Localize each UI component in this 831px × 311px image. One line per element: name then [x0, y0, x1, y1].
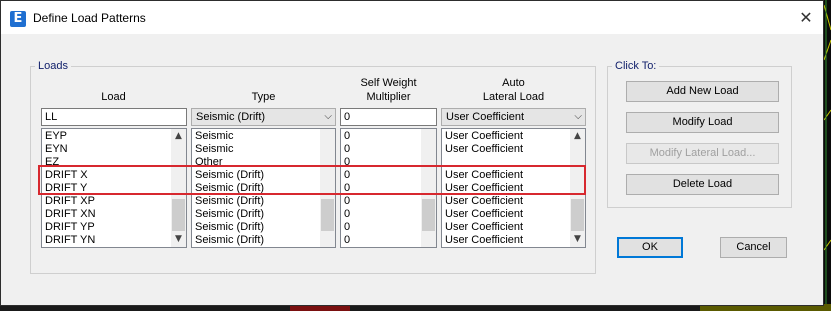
list-item[interactable]: 0 [344, 234, 420, 247]
auto-lateral-list-scrollbar[interactable]: ▲ ▼ [570, 129, 585, 247]
list-item[interactable]: 0 [344, 143, 420, 156]
list-item[interactable]: DRIFT YP [45, 221, 170, 234]
list-item[interactable]: 0 [344, 169, 420, 182]
header-self-weight-line1: Self Weight [360, 77, 417, 89]
type-select-value: Seismic (Drift) [196, 111, 266, 123]
header-auto-lateral: Auto Lateral Load [441, 76, 586, 104]
list-item[interactable]: EZ [45, 156, 170, 169]
chevron-down-icon: ⌵ [324, 111, 332, 122]
list-item[interactable]: 0 [344, 208, 420, 221]
list-item[interactable]: 0 [344, 130, 420, 143]
self-weight-list[interactable]: 000000000 [340, 128, 437, 248]
modify-load-button[interactable]: Modify Load [626, 112, 779, 133]
loads-legend: Loads [38, 60, 68, 72]
list-item[interactable]: DRIFT X [45, 169, 170, 182]
list-item[interactable]: 0 [344, 195, 420, 208]
title-bar: E Define Load Patterns ✕ [1, 1, 823, 34]
list-item[interactable]: Seismic [195, 130, 319, 143]
type-select[interactable]: Seismic (Drift) ⌵ [191, 108, 336, 126]
self-weight-input[interactable]: 0 [340, 108, 437, 126]
list-item[interactable]: Other [195, 156, 319, 169]
click-to-legend: Click To: [615, 60, 657, 72]
scroll-up-icon[interactable]: ▲ [171, 129, 186, 144]
scroll-thumb[interactable] [422, 199, 435, 231]
scroll-up-icon[interactable]: ▲ [570, 129, 585, 144]
list-item[interactable]: User Coefficient [445, 182, 569, 195]
header-auto-line1: Auto [502, 77, 525, 89]
etabs-app-icon: E [10, 11, 26, 27]
list-item[interactable]: EYP [45, 130, 170, 143]
load-list-scrollbar[interactable]: ▲ ▼ [171, 129, 186, 247]
type-list[interactable]: Seismic Seismic Other Seismic (Drift) Seismi… [191, 128, 336, 248]
window-title: Define Load Patterns [33, 11, 146, 25]
list-item[interactable]: User Coefficient [445, 143, 569, 156]
auto-lateral-select[interactable]: User Coefficient ⌵ [441, 108, 586, 126]
define-load-patterns-dialog: E Define Load Patterns ✕ Loads Load Type… [0, 0, 824, 306]
list-item[interactable]: Seismic [195, 143, 319, 156]
auto-lateral-list[interactable]: User Coefficient User Coefficient User Coe… [441, 128, 586, 248]
list-item[interactable]: Seismic (Drift) [195, 221, 319, 234]
header-load: Load [101, 91, 126, 103]
list-item[interactable]: User Coefficient [445, 130, 569, 143]
list-item[interactable]: DRIFT XP [45, 195, 170, 208]
delete-load-button[interactable]: Delete Load [626, 174, 779, 195]
type-list-items: Seismic Seismic Other Seismic (Drift) Seismi… [195, 130, 319, 247]
list-item[interactable]: User Coefficient [445, 195, 569, 208]
list-item[interactable]: User Coefficient [445, 208, 569, 221]
header-auto-line2: Lateral Load [482, 91, 545, 103]
auto-lateral-list-items: User Coefficient User Coefficient User Coe… [445, 130, 569, 247]
list-item[interactable]: Seismic (Drift) [195, 208, 319, 221]
list-item[interactable]: DRIFT YN [45, 234, 170, 247]
add-new-load-button[interactable]: Add New Load [626, 81, 779, 102]
load-list-items: EYP EYN EZ DRIFT X DRIFT Y DRIFT XP DRIFT XN DR… [45, 130, 170, 247]
close-icon[interactable]: ✕ [797, 9, 815, 27]
list-item[interactable]: 0 [344, 182, 420, 195]
list-item[interactable]: User Coefficient [445, 221, 569, 234]
list-item[interactable]: DRIFT XN [45, 208, 170, 221]
list-item[interactable] [445, 156, 569, 169]
list-item[interactable]: 0 [344, 156, 420, 169]
self-weight-list-items: 000000000 [344, 130, 420, 247]
load-list[interactable]: EYP EYN EZ DRIFT X DRIFT Y DRIFT XP DRIFT XN DR… [41, 128, 187, 248]
list-item[interactable]: User Coefficient [445, 234, 569, 247]
list-item[interactable]: User Coefficient [445, 169, 569, 182]
header-type: Type [251, 91, 276, 103]
list-item[interactable]: Seismic (Drift) [195, 182, 319, 195]
list-item[interactable]: Seismic (Drift) [195, 169, 319, 182]
list-item[interactable]: Seismic (Drift) [195, 195, 319, 208]
header-self-weight: Self Weight Multiplier [340, 76, 437, 104]
list-item[interactable]: Seismic (Drift) [195, 234, 319, 247]
scroll-thumb[interactable] [172, 199, 185, 231]
chevron-down-icon: ⌵ [574, 111, 582, 122]
load-name-input[interactable]: LL [41, 108, 187, 126]
cancel-button[interactable]: Cancel [720, 237, 787, 258]
list-item[interactable]: 0 [344, 221, 420, 234]
header-self-weight-line2: Multiplier [366, 91, 411, 103]
list-item[interactable]: DRIFT Y [45, 182, 170, 195]
type-list-scrollbar[interactable] [320, 129, 335, 247]
auto-lateral-select-value: User Coefficient [446, 111, 525, 123]
list-item[interactable]: EYN [45, 143, 170, 156]
scroll-thumb[interactable] [321, 199, 334, 231]
ok-button[interactable]: OK [617, 237, 683, 258]
self-weight-list-scrollbar[interactable] [421, 129, 436, 247]
scroll-down-icon[interactable]: ▼ [570, 232, 585, 247]
modify-lateral-load-button[interactable]: Modify Lateral Load... [626, 143, 779, 164]
scroll-thumb[interactable] [571, 199, 584, 231]
scroll-down-icon[interactable]: ▼ [171, 232, 186, 247]
